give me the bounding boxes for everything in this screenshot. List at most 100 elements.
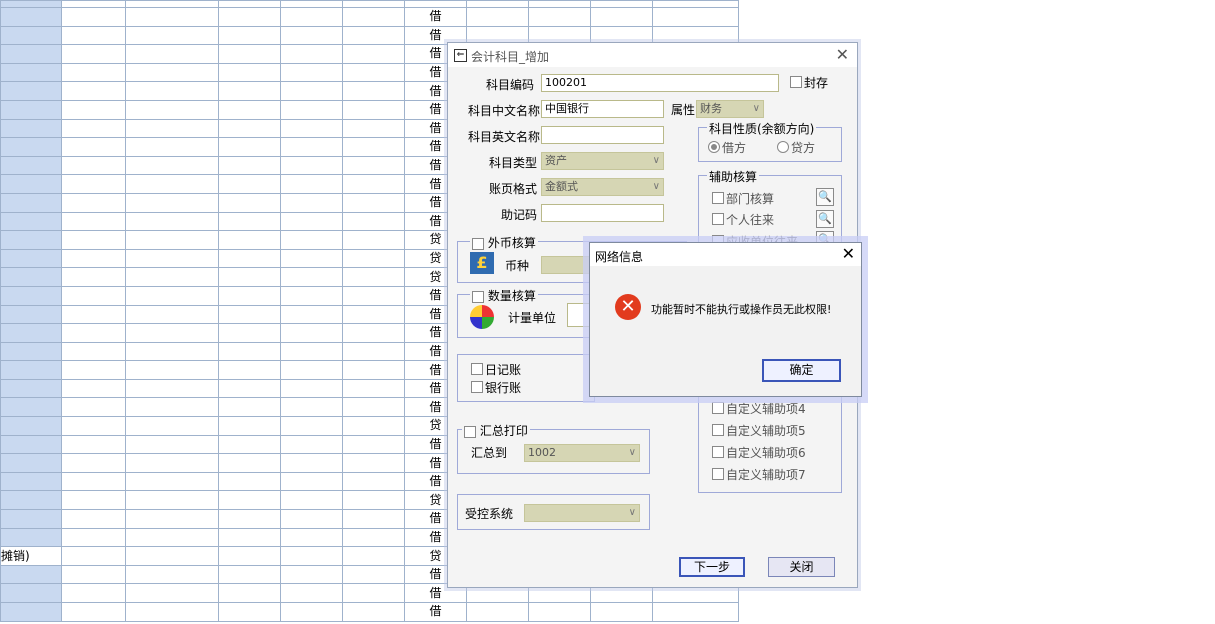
row-header-cell bbox=[0, 267, 62, 287]
table-cell bbox=[61, 25, 126, 46]
nature-group: 科目性质(余额方向) 借方 贷方 bbox=[698, 120, 842, 162]
row-header-cell bbox=[0, 248, 62, 269]
table-cell bbox=[218, 230, 281, 250]
table-cell bbox=[125, 527, 219, 548]
chevron-down-icon: ∨ bbox=[628, 447, 636, 458]
table-cell bbox=[280, 583, 343, 603]
qty-checkbox[interactable] bbox=[472, 290, 484, 303]
table-cell bbox=[125, 248, 219, 269]
table-cell bbox=[218, 118, 281, 139]
code-input[interactable]: 100201 bbox=[541, 74, 779, 92]
credit-radio[interactable] bbox=[777, 141, 789, 153]
table-cell bbox=[218, 285, 281, 306]
table-cell bbox=[61, 81, 126, 101]
table-cell bbox=[342, 360, 405, 380]
seal-checkbox[interactable] bbox=[790, 76, 802, 88]
table-cell bbox=[125, 174, 219, 194]
controlled-select[interactable]: ∨ bbox=[524, 504, 640, 522]
table-cell bbox=[125, 44, 219, 64]
table-cell bbox=[218, 7, 281, 27]
row-header-cell bbox=[0, 490, 62, 511]
qty-title-wrap: 数量核算 bbox=[470, 287, 538, 304]
table-cell bbox=[61, 211, 126, 232]
table-cell bbox=[280, 471, 343, 492]
format-label: 账页格式 bbox=[489, 182, 538, 196]
custom7-checkbox[interactable] bbox=[712, 468, 724, 480]
row-header-cell bbox=[0, 304, 62, 325]
summary-checkbox[interactable] bbox=[464, 425, 476, 438]
close-button[interactable]: 关闭 bbox=[768, 557, 835, 577]
custom6-checkbox[interactable] bbox=[712, 446, 724, 458]
journal-checkbox[interactable] bbox=[471, 363, 483, 375]
row-header-cell bbox=[0, 341, 62, 362]
search-icon[interactable]: 🔍 bbox=[816, 188, 834, 206]
journal-label: 日记账 bbox=[485, 363, 522, 377]
table-cell bbox=[280, 62, 343, 83]
attr-select[interactable]: 财务 ∨ bbox=[696, 100, 764, 118]
table-cell bbox=[61, 583, 126, 603]
table-cell bbox=[342, 137, 405, 157]
table-cell bbox=[218, 416, 281, 436]
table-cell bbox=[61, 99, 126, 120]
row-header-cell bbox=[0, 230, 62, 250]
custom4-checkbox[interactable] bbox=[712, 402, 724, 414]
memo-label: 助记码 bbox=[501, 208, 538, 222]
row-header-cell bbox=[0, 471, 62, 492]
cn-name-input[interactable]: 中国银行 bbox=[541, 100, 664, 118]
row-header-cell bbox=[0, 137, 62, 157]
search-icon[interactable]: 🔍 bbox=[816, 210, 834, 228]
table-cell bbox=[342, 527, 405, 548]
table-cell bbox=[61, 304, 126, 325]
table-cell bbox=[652, 0, 739, 8]
error-dialog: 网络信息 ✕ ✕ 功能暂时不能执行或操作员无此权限! 确定 bbox=[589, 242, 862, 397]
summary-to-label: 汇总到 bbox=[471, 446, 508, 460]
row-header-cell bbox=[0, 564, 62, 585]
table-cell bbox=[61, 285, 126, 306]
currency-icon: £ bbox=[470, 252, 494, 274]
table-cell bbox=[342, 7, 405, 27]
memo-input[interactable] bbox=[541, 204, 664, 222]
type-value: 资产 bbox=[545, 154, 567, 167]
aux-title: 辅助核算 bbox=[707, 168, 760, 185]
table-cell bbox=[342, 304, 405, 325]
bank-checkbox[interactable] bbox=[471, 381, 483, 393]
table-cell bbox=[342, 453, 405, 473]
type-select[interactable]: 资产 ∨ bbox=[541, 152, 664, 170]
table-cell bbox=[125, 192, 219, 213]
summary-to-select[interactable]: 1002 ∨ bbox=[524, 444, 640, 462]
table-cell bbox=[61, 360, 126, 380]
table-cell bbox=[342, 192, 405, 213]
custom5-checkbox[interactable] bbox=[712, 424, 724, 436]
row-header-cell bbox=[0, 323, 62, 343]
row-header-cell bbox=[0, 527, 62, 548]
debit-label: 借方 bbox=[722, 141, 747, 155]
table-cell bbox=[342, 471, 405, 492]
close-icon[interactable]: ✕ bbox=[842, 244, 855, 263]
table-cell bbox=[280, 137, 343, 157]
table-cell bbox=[125, 25, 219, 46]
next-button[interactable]: 下一步 bbox=[679, 557, 745, 577]
chevron-down-icon: ∨ bbox=[652, 181, 660, 192]
en-name-input[interactable] bbox=[541, 126, 664, 144]
row-header-cell bbox=[0, 509, 62, 529]
summary-title: 汇总打印 bbox=[479, 424, 528, 438]
row-header-cell bbox=[0, 285, 62, 306]
dept-checkbox[interactable] bbox=[712, 192, 724, 204]
table-cell bbox=[218, 174, 281, 194]
row-header-cell bbox=[0, 99, 62, 120]
format-select[interactable]: 金额式 ∨ bbox=[541, 178, 664, 196]
row-header-cell bbox=[0, 192, 62, 213]
ok-button[interactable]: 确定 bbox=[762, 359, 841, 382]
personal-checkbox[interactable] bbox=[712, 213, 724, 225]
chevron-down-icon: ∨ bbox=[628, 507, 636, 518]
table-cell bbox=[125, 230, 219, 250]
dialog-titlebar: ⇐ 会计科目_增加 ✕ bbox=[448, 43, 857, 67]
debit-radio[interactable] bbox=[708, 141, 720, 153]
fx-checkbox[interactable] bbox=[472, 237, 484, 250]
table-cell bbox=[125, 81, 219, 101]
error-titlebar: 网络信息 ✕ bbox=[590, 243, 861, 266]
table-cell bbox=[218, 397, 281, 418]
table-cell bbox=[218, 44, 281, 64]
close-icon[interactable]: ✕ bbox=[836, 45, 849, 64]
row-header-cell bbox=[0, 174, 62, 194]
